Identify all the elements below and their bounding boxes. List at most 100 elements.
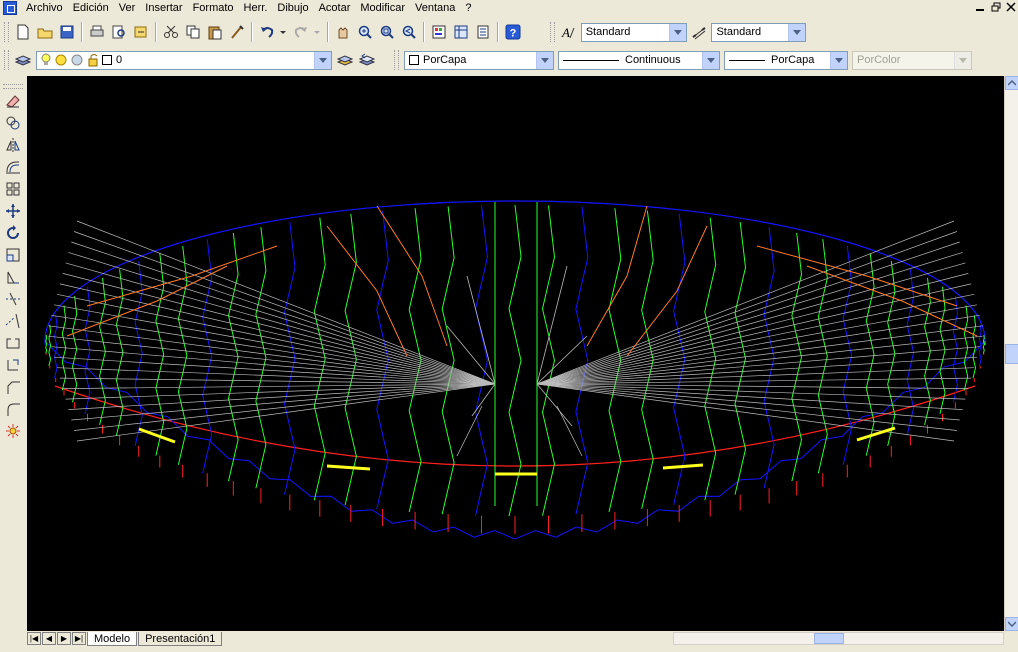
explode-button[interactable] — [3, 421, 23, 441]
cut-button[interactable] — [161, 22, 181, 42]
menu-archivo[interactable]: Archivo — [21, 0, 68, 16]
save-button[interactable] — [57, 22, 77, 42]
lineweight-select[interactable]: PorCapa — [724, 50, 848, 70]
chevron-down-icon[interactable] — [668, 23, 686, 41]
menu-dibujo[interactable]: Dibujo — [272, 0, 313, 16]
break-button[interactable] — [3, 333, 23, 353]
horizontal-scroll-thumb[interactable] — [814, 633, 844, 644]
menu-ventana[interactable]: Ventana — [410, 0, 460, 16]
last-tab-button[interactable]: ▶| — [72, 632, 86, 645]
publish-button[interactable] — [131, 22, 151, 42]
scroll-up-button[interactable] — [1005, 76, 1018, 90]
wireframe-model[interactable] — [27, 76, 1004, 631]
separator — [497, 22, 499, 42]
linetype-select[interactable]: Continuous — [558, 50, 720, 70]
mesh-line — [536, 335, 983, 385]
extend-button[interactable] — [3, 311, 23, 331]
stretch-button[interactable] — [3, 267, 23, 287]
first-tab-button[interactable]: |◀ — [27, 632, 41, 645]
menu-insertar[interactable]: Insertar — [140, 0, 187, 16]
restore-icon[interactable] — [989, 1, 1003, 13]
copy-button[interactable] — [183, 22, 203, 42]
open-button[interactable] — [35, 22, 55, 42]
help-button[interactable]: ? — [503, 22, 523, 42]
vertical-scrollbar[interactable] — [1004, 76, 1018, 631]
pan-button[interactable] — [333, 22, 353, 42]
toolbar-grip[interactable] — [4, 22, 9, 42]
toolbar-grip[interactable] — [550, 22, 555, 42]
zoom-window-button[interactable] — [377, 22, 397, 42]
toolbar-grip[interactable] — [4, 50, 9, 70]
print-button[interactable] — [87, 22, 107, 42]
menu-modificar[interactable]: Modificar — [355, 0, 410, 16]
menu-ver[interactable]: Ver — [114, 0, 141, 16]
offset-button[interactable] — [3, 157, 23, 177]
undo-button[interactable] — [257, 22, 277, 42]
menu-herr[interactable]: Herr. — [239, 0, 273, 16]
trim-button[interactable] — [3, 289, 23, 309]
chevron-down-icon[interactable] — [830, 51, 847, 69]
separator — [327, 22, 329, 42]
chevron-down-icon[interactable] — [788, 23, 805, 41]
toolbar-grip[interactable] — [3, 84, 23, 89]
rotate-button[interactable] — [3, 223, 23, 243]
chamfer-button[interactable] — [3, 377, 23, 397]
properties-button[interactable] — [429, 22, 449, 42]
toolbar-grip[interactable] — [394, 50, 399, 70]
drawing-canvas[interactable] — [27, 76, 1004, 631]
copy-object-button[interactable] — [3, 113, 23, 133]
dim-style-button[interactable] — [690, 22, 709, 42]
design-center-button[interactable] — [451, 22, 471, 42]
join-button[interactable] — [3, 355, 23, 375]
fillet-button[interactable] — [3, 399, 23, 419]
scale-button[interactable] — [3, 245, 23, 265]
undo-dropdown[interactable] — [279, 22, 289, 42]
erase-button[interactable] — [3, 91, 23, 111]
color-select[interactable]: PorCapa — [404, 50, 554, 70]
chevron-down-icon[interactable] — [314, 51, 331, 69]
make-object-layer-current-button[interactable] — [335, 50, 355, 70]
tool-palette-icon — [477, 25, 489, 39]
menu-formato[interactable]: Formato — [188, 0, 239, 16]
scroll-down-button[interactable] — [1005, 617, 1018, 631]
redo-dropdown[interactable] — [313, 22, 323, 42]
mesh-line — [56, 367, 496, 385]
close-icon[interactable] — [1004, 1, 1018, 13]
zoom-previous-button[interactable] — [399, 22, 419, 42]
layer-previous-icon — [359, 53, 375, 66]
print-preview-button[interactable] — [109, 22, 129, 42]
paste-button[interactable] — [205, 22, 225, 42]
dim-style-select[interactable]: Standard — [711, 22, 806, 42]
tab-modelo[interactable]: Modelo — [87, 631, 138, 646]
contour-line — [283, 222, 296, 495]
layer-select[interactable]: 0 — [36, 50, 332, 70]
chevron-down-icon[interactable] — [702, 51, 719, 69]
zoom-realtime-button[interactable] — [355, 22, 375, 42]
menu-acotar[interactable]: Acotar — [314, 0, 356, 16]
contour-line — [508, 204, 522, 517]
app-icon[interactable] — [3, 1, 17, 15]
menu-edicion[interactable]: Edición — [68, 0, 114, 16]
match-properties-button[interactable] — [227, 22, 247, 42]
horizontal-scrollbar[interactable] — [673, 632, 1004, 645]
text-style-select[interactable]: Standard — [580, 22, 687, 42]
new-button[interactable] — [13, 22, 33, 42]
redo-button[interactable] — [291, 22, 311, 42]
contour-line — [474, 205, 489, 516]
prev-tab-button[interactable]: ◀ — [42, 632, 56, 645]
text-style-button[interactable]: A — [559, 22, 578, 42]
redo-arrow-icon — [294, 27, 307, 38]
chevron-down-icon[interactable] — [536, 51, 553, 69]
layer-name: 0 — [116, 54, 123, 66]
menu-help[interactable]: ? — [460, 0, 476, 16]
mirror-button[interactable] — [3, 135, 23, 155]
tool-palettes-button[interactable] — [473, 22, 493, 42]
layer-manager-button[interactable] — [13, 50, 33, 70]
next-tab-button[interactable]: ▶ — [57, 632, 71, 645]
move-button[interactable] — [3, 201, 23, 221]
tab-presentacion1[interactable]: Presentación1 — [138, 631, 223, 646]
minimize-icon[interactable] — [973, 1, 987, 13]
layer-previous-button[interactable] — [357, 50, 377, 70]
array-button[interactable] — [3, 179, 23, 199]
vertical-scroll-thumb[interactable] — [1005, 344, 1018, 364]
